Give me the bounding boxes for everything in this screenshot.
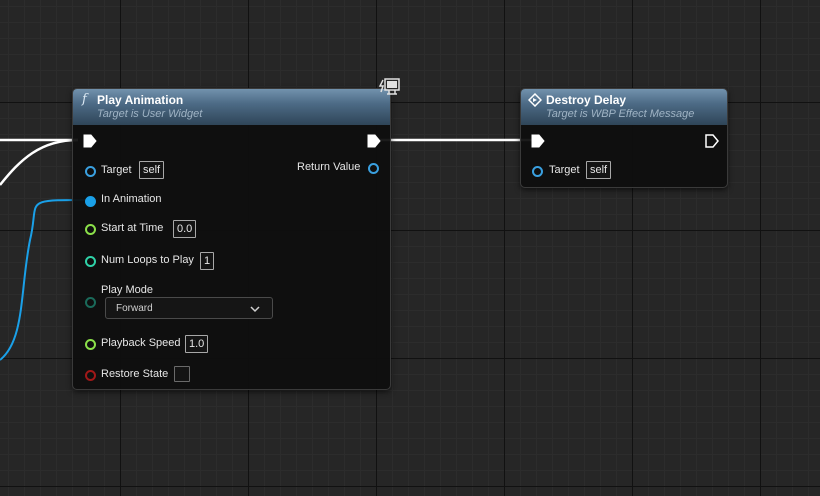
exec-wire-incoming-curve[interactable] xyxy=(0,138,79,186)
restore-state-pin[interactable] xyxy=(85,370,96,381)
play-animation-subtitle: Target is User Widget xyxy=(97,108,203,120)
target-label: Target xyxy=(101,164,132,176)
restore-state-checkbox[interactable] xyxy=(174,366,190,382)
target-value-field[interactable]: self xyxy=(139,161,165,179)
in-animation-pin[interactable] xyxy=(85,196,96,207)
play-animation-node[interactable]: f Play Animation Target is User Widget T… xyxy=(72,88,391,390)
playback-speed-label: Playback Speed xyxy=(101,337,181,349)
restore-state-label: Restore State xyxy=(101,368,169,380)
destroy-delay-subtitle: Target is WBP Effect Message xyxy=(546,108,695,120)
exec-out-pin[interactable] xyxy=(367,134,381,148)
play-animation-title: Play Animation xyxy=(97,93,184,107)
widget-monitor-icon xyxy=(378,78,400,95)
playback-speed-field[interactable]: 1.0 xyxy=(185,335,209,353)
start-at-time-label: Start at Time xyxy=(101,222,164,234)
target-pin[interactable] xyxy=(85,166,96,177)
play-mode-label: Play Mode xyxy=(101,284,153,296)
destroy-delay-title: Destroy Delay xyxy=(546,93,627,107)
start-at-time-field[interactable]: 0.0 xyxy=(173,220,197,238)
destroy-delay-node[interactable]: Destroy Delay Target is WBP Effect Messa… xyxy=(520,88,728,188)
destroy-delay-target-label: Target xyxy=(549,164,580,176)
function-icon: f xyxy=(82,92,87,107)
num-loops-pin[interactable] xyxy=(85,256,96,267)
event-diamond-icon xyxy=(528,93,542,107)
play-mode-dropdown[interactable]: Forward xyxy=(105,297,273,319)
destroy-delay-exec-out-pin[interactable] xyxy=(705,134,719,148)
playback-speed-pin[interactable] xyxy=(85,339,96,350)
play-mode-selected: Forward xyxy=(116,303,153,314)
destroy-delay-target-field[interactable]: self xyxy=(586,161,612,179)
num-loops-label: Num Loops to Play xyxy=(101,254,194,266)
start-at-time-pin[interactable] xyxy=(85,224,96,235)
return-value-pin[interactable] xyxy=(368,163,379,174)
return-value-label: Return Value xyxy=(297,161,361,173)
chevron-down-icon xyxy=(250,306,260,313)
destroy-delay-exec-in-pin[interactable] xyxy=(531,134,545,148)
num-loops-field[interactable]: 1 xyxy=(200,252,215,270)
in-animation-label: In Animation xyxy=(101,193,162,205)
exec-in-pin[interactable] xyxy=(83,134,97,148)
destroy-delay-target-pin[interactable] xyxy=(532,166,543,177)
play-mode-pin[interactable] xyxy=(85,297,96,308)
